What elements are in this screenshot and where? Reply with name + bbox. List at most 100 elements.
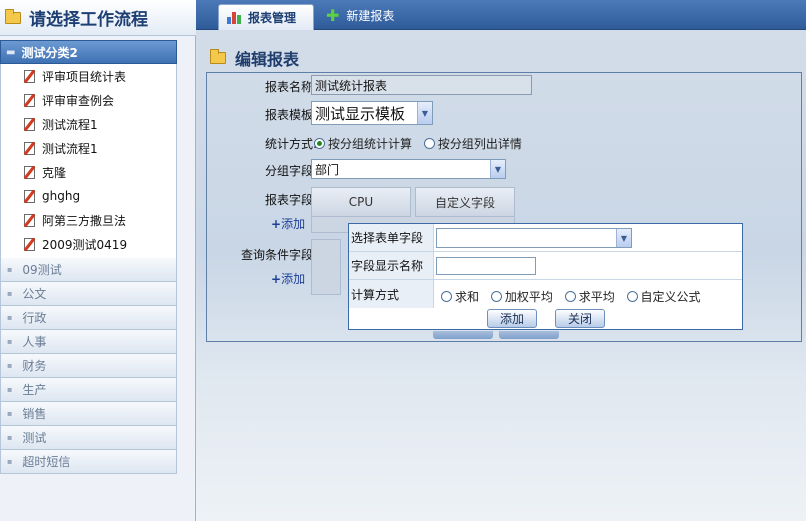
report-name-input[interactable]: 测试统计报表 <box>311 75 532 95</box>
sidebar-category[interactable]: ▪ 09测试 <box>0 258 177 282</box>
dialog-row-display-name: 字段显示名称 <box>349 252 742 280</box>
edit-document-icon <box>24 117 35 131</box>
sidebar-category[interactable]: ▪ 超时短信 <box>0 450 177 474</box>
chevron-down-icon: ▼ <box>616 229 631 247</box>
calc-option-custom[interactable]: 自定义公式 <box>626 290 701 304</box>
section-header: 编辑报表 <box>210 46 299 70</box>
sidebar-item-label: 评审项目统计表 <box>42 69 127 84</box>
sidebar-item[interactable]: 测试流程1 <box>1 136 176 160</box>
category-label: 行政 <box>22 311 47 325</box>
sidebar-item[interactable]: 评审项目统计表 <box>1 64 176 88</box>
radio-label: 按分组统计计算 <box>328 137 413 151</box>
sidebar-category[interactable]: ▪ 财务 <box>0 354 177 378</box>
workflow-list: 评审项目统计表 评审审查例会 测试流程1 测试流程1 克隆 ghghg 阿第三方… <box>0 64 177 258</box>
edit-document-icon <box>24 213 35 227</box>
chevron-down-icon: ▼ <box>417 102 432 124</box>
edit-document-icon <box>24 165 35 179</box>
form-button-partial[interactable] <box>499 331 559 339</box>
sidebar-category[interactable]: ▪ 测试 <box>0 426 177 450</box>
add-link-label: 添加 <box>281 272 306 286</box>
top-tab-bar: 报表管理 ✚ 新建报表 <box>196 0 806 30</box>
sidebar-group-label: 测试分类2 <box>21 45 78 60</box>
dialog-close-button[interactable]: 关闭 <box>555 309 605 328</box>
form-button-partial[interactable] <box>433 331 493 339</box>
stat-method-option-group: 按分组统计计算 按分组列出详情 <box>314 135 522 152</box>
sidebar-item[interactable]: 测试流程1 <box>1 112 176 136</box>
dialog-row-calc: 计算方式 求和 加权平均 求平均 自定义公式 <box>349 280 742 308</box>
sidebar-item[interactable]: 评审审查例会 <box>1 88 176 112</box>
expand-icon: ▪ <box>7 385 13 394</box>
stat-method-option-group-calc[interactable]: 按分组统计计算 <box>314 137 412 151</box>
tab-report-management[interactable]: 报表管理 <box>218 4 314 30</box>
display-name-label: 字段显示名称 <box>349 252 434 279</box>
plus-icon: ✚ <box>326 5 340 25</box>
sidebar-item[interactable]: 2009测试0419 <box>1 232 176 256</box>
calc-option-weighted-avg[interactable]: 加权平均 <box>490 290 553 304</box>
add-link-label: 添加 <box>281 217 306 231</box>
dialog-add-button[interactable]: 添加 <box>487 309 537 328</box>
plus-icon: + <box>271 217 282 231</box>
edit-document-icon <box>24 141 35 155</box>
report-template-select[interactable]: 测试显示模板 ▼ <box>311 101 433 125</box>
radio-icon <box>564 291 576 302</box>
expand-icon: ▪ <box>7 265 13 274</box>
sidebar-item-label: ghghg <box>42 189 81 203</box>
collapse-icon: ▬ <box>6 46 16 58</box>
group-field-label: 分组字段: <box>264 164 317 178</box>
select-field-label: 选择表单字段 <box>349 224 434 251</box>
query-field-area <box>311 239 341 295</box>
expand-icon: ▪ <box>7 409 13 418</box>
report-name-label: 报表名称: <box>264 80 317 94</box>
calc-option-sum[interactable]: 求和 <box>441 290 479 304</box>
group-field-select[interactable]: 部门 ▼ <box>311 159 506 179</box>
radio-label: 求平均 <box>578 290 615 304</box>
dialog-row-select-field: 选择表单字段 ▼ <box>349 224 742 252</box>
category-label: 超时短信 <box>22 455 71 469</box>
category-label: 生产 <box>22 383 47 397</box>
radio-icon <box>626 291 638 302</box>
sidebar-category[interactable]: ▪ 人事 <box>0 330 177 354</box>
sidebar-item[interactable]: 阿第三方撒旦法 <box>1 208 176 232</box>
field-tab-custom[interactable]: 自定义字段 <box>415 187 515 217</box>
sidebar-category[interactable]: ▪ 生产 <box>0 378 177 402</box>
stat-method-option-group-detail[interactable]: 按分组列出详情 <box>423 137 522 151</box>
expand-icon: ▪ <box>7 313 13 322</box>
radio-label: 按分组列出详情 <box>437 137 522 151</box>
expand-icon: ▪ <box>7 457 13 466</box>
report-fields-label: 报表字段: <box>264 193 317 207</box>
sidebar-item[interactable]: 克隆 <box>1 160 176 184</box>
edit-document-icon <box>24 237 35 251</box>
expand-icon: ▪ <box>7 361 13 370</box>
category-label: 测试 <box>22 431 47 445</box>
query-field-label: 查询条件字段: <box>240 248 317 262</box>
sidebar-item[interactable]: ghghg <box>1 184 176 208</box>
add-report-field-link[interactable]: +添加 <box>271 215 305 232</box>
add-query-field-link[interactable]: +添加 <box>271 270 305 287</box>
report-template-label: 报表模板: <box>264 108 317 122</box>
category-label: 公文 <box>22 287 47 301</box>
display-name-input[interactable] <box>436 257 536 275</box>
sidebar-category[interactable]: ▪ 销售 <box>0 402 177 426</box>
folder-icon <box>210 49 226 64</box>
page-title: 编辑报表 <box>235 50 300 69</box>
edit-document-icon <box>24 93 35 107</box>
calc-option-avg[interactable]: 求平均 <box>564 290 615 304</box>
category-label: 销售 <box>22 407 47 421</box>
calc-method-label: 计算方式 <box>349 280 434 308</box>
category-label: 09测试 <box>22 263 62 277</box>
radio-icon <box>423 138 435 149</box>
field-tab-cpu[interactable]: CPU <box>311 187 411 217</box>
sidebar-category[interactable]: ▪ 行政 <box>0 306 177 330</box>
calc-method-options: 求和 加权平均 求平均 自定义公式 <box>441 288 701 305</box>
stat-method-label: 统计方式: <box>264 137 317 151</box>
add-field-dialog: 选择表单字段 ▼ 字段显示名称 计算方式 求和 加权平均 求平均 自定义公式 添… <box>348 223 743 330</box>
sidebar-group-active[interactable]: ▬ 测试分类2 <box>0 40 177 64</box>
tab-new-report[interactable]: ✚ 新建报表 <box>326 4 394 26</box>
sidebar: 请选择工作流程 ▬ 测试分类2 评审项目统计表 评审审查例会 测试流程1 测试流… <box>0 0 196 521</box>
edit-document-icon <box>24 189 35 203</box>
tab-label: 新建报表 <box>346 8 395 23</box>
radio-label: 求和 <box>455 290 480 304</box>
sidebar-category[interactable]: ▪ 公文 <box>0 282 177 306</box>
sidebar-item-label: 阿第三方撒旦法 <box>42 213 127 228</box>
form-field-select[interactable]: ▼ <box>436 228 632 248</box>
